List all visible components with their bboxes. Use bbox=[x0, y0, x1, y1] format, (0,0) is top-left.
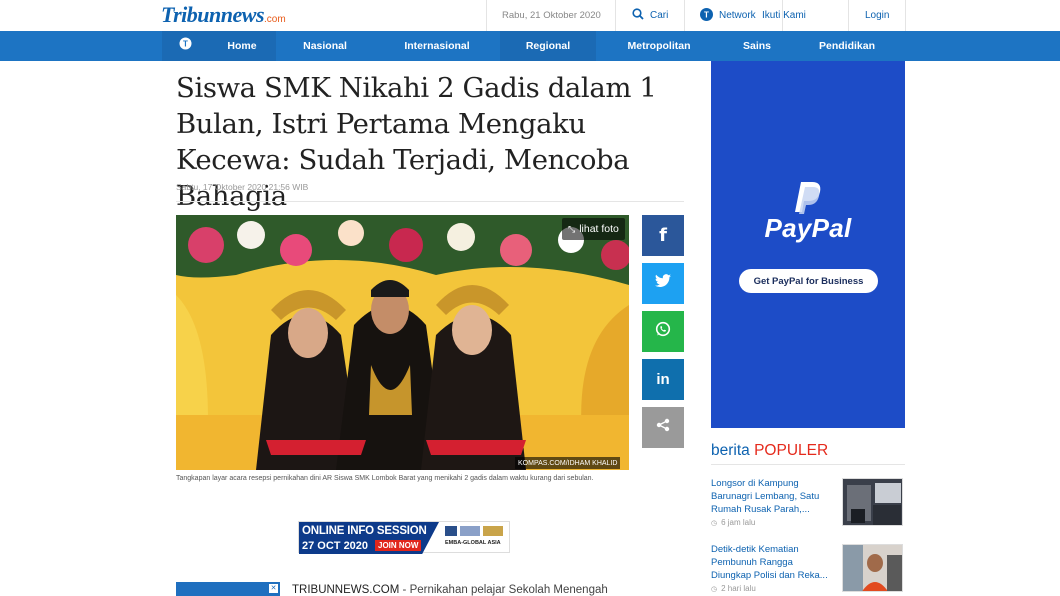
main-nav: T Home Nasional Internasional Regional M… bbox=[0, 31, 1060, 61]
search-label: Cari bbox=[650, 10, 669, 21]
paypal-wordmark: PayPal bbox=[764, 213, 852, 243]
popular-item-title[interactable]: Longsor di Kampung Barunagri Lembang, Sa… bbox=[711, 477, 835, 516]
share-icon bbox=[656, 418, 670, 437]
svg-text:T: T bbox=[183, 40, 188, 49]
photo-caption: Tangkapan layar acara resepsi pernikahan… bbox=[176, 475, 594, 482]
divider bbox=[615, 0, 616, 31]
view-photo-label: lihat foto bbox=[579, 223, 619, 235]
network-icon: T bbox=[700, 7, 713, 24]
popular-prefix: berita bbox=[711, 442, 755, 459]
search-button[interactable]: Cari bbox=[632, 0, 668, 31]
follow-label: Ikuti Kami bbox=[762, 10, 806, 21]
network-button[interactable]: T Network bbox=[700, 0, 756, 31]
popular-heading: berita POPULER bbox=[711, 442, 828, 460]
banner-org: EMBA-GLOBAL ASIA bbox=[445, 540, 501, 546]
article-lead: TRIBUNNEWS.COM - Pernikahan pelajar Seko… bbox=[292, 584, 608, 596]
popular-item-title[interactable]: Detik-detik Kematian Pembunuh Rangga Diu… bbox=[711, 543, 835, 582]
top-bar: Tribun news .com Rabu, 21 Oktober 2020 Car… bbox=[0, 0, 1060, 31]
popular-item-thumbnail[interactable] bbox=[842, 544, 903, 592]
paypal-advert[interactable]: PayPal Get PayPal for Business bbox=[711, 61, 905, 428]
advert-banner-info-session[interactable]: ONLINE INFO SESSION 27 OCT 2020 JOIN NOW… bbox=[298, 521, 510, 554]
banner-date: 27 OCT 2020 bbox=[302, 540, 369, 552]
popular-highlight: POPULER bbox=[754, 442, 829, 459]
paypal-cta-button[interactable]: Get PayPal for Business bbox=[739, 269, 878, 293]
partner-logo bbox=[460, 526, 480, 536]
twitter-icon bbox=[655, 274, 671, 293]
svg-text:T: T bbox=[704, 10, 709, 19]
divider bbox=[486, 0, 487, 31]
logo-dot: .com bbox=[264, 14, 286, 25]
popular-item-time: 6 jam lalu bbox=[721, 518, 756, 527]
current-date: Rabu, 21 Oktober 2020 bbox=[502, 10, 601, 21]
banner-title: ONLINE INFO SESSION bbox=[302, 525, 427, 537]
site-logo[interactable]: Tribun news .com bbox=[161, 2, 286, 28]
divider bbox=[905, 0, 906, 31]
tribun-icon: T bbox=[179, 37, 192, 55]
view-photo-button[interactable]: ⤡ lihat foto bbox=[562, 218, 625, 240]
expand-icon: ⤡ bbox=[568, 223, 576, 234]
popular-item-thumbnail[interactable] bbox=[842, 478, 903, 526]
divider bbox=[684, 0, 685, 31]
follow-button[interactable]: Ikuti Kami bbox=[762, 0, 806, 31]
popular-item-meta: ◷ 6 jam lalu bbox=[711, 518, 755, 527]
share-facebook-button[interactable]: f bbox=[642, 215, 684, 256]
whatsapp-icon bbox=[655, 321, 671, 342]
nav-item-regional[interactable]: Regional bbox=[500, 31, 596, 61]
nav-item-nasional[interactable]: Nasional bbox=[276, 31, 374, 61]
linkedin-icon: in bbox=[656, 371, 670, 388]
popular-item-meta: ◷ 2 hari lalu bbox=[711, 584, 756, 593]
divider bbox=[711, 464, 905, 465]
share-whatsapp-button[interactable] bbox=[642, 311, 684, 352]
logo-brand: Tribun bbox=[161, 2, 221, 27]
clock-icon: ◷ bbox=[711, 585, 718, 593]
article-title: Siswa SMK Nikahi 2 Gadis dalam 1 Bulan, … bbox=[176, 72, 657, 212]
share-more-button[interactable] bbox=[642, 407, 684, 448]
clock-icon: ◷ bbox=[711, 519, 718, 527]
nav-item-internasional[interactable]: Internasional bbox=[374, 31, 500, 61]
share-linkedin-button[interactable]: in bbox=[642, 359, 684, 400]
inline-ad[interactable]: ✕ bbox=[176, 582, 280, 596]
article-lead-text: - Pernikahan pelajar Sekolah Menengah bbox=[399, 584, 608, 596]
article-photo[interactable] bbox=[176, 215, 629, 470]
share-twitter-button[interactable] bbox=[642, 263, 684, 304]
nav-item-sains[interactable]: Sains bbox=[722, 31, 792, 61]
logo-suffix: news bbox=[220, 2, 265, 27]
nav-home-logo[interactable]: T bbox=[162, 31, 208, 61]
photo-credit: KOMPAS.COM/IDHAM KHALID bbox=[515, 457, 621, 469]
banner-join-button[interactable]: JOIN NOW bbox=[375, 540, 422, 551]
login-label: Login bbox=[865, 10, 890, 21]
facebook-icon: f bbox=[659, 225, 667, 246]
divider bbox=[176, 201, 684, 202]
article-date: Sabtu, 17 Oktober 2020 21:56 WIB bbox=[176, 182, 309, 192]
nav-item-metropolitan[interactable]: Metropolitan bbox=[596, 31, 722, 61]
banner-partner-logos bbox=[445, 524, 507, 538]
article-source: TRIBUNNEWS.COM bbox=[292, 584, 400, 596]
divider bbox=[848, 0, 849, 31]
ad-close-icon[interactable]: ✕ bbox=[269, 584, 278, 593]
nav-item-pendidikan[interactable]: Pendidikan bbox=[792, 31, 902, 61]
partner-logo bbox=[445, 526, 457, 536]
partner-logo bbox=[483, 526, 503, 536]
popular-item-time: 2 hari lalu bbox=[721, 584, 756, 593]
nav-item-home[interactable]: Home bbox=[208, 31, 276, 61]
login-button[interactable]: Login bbox=[865, 0, 889, 31]
search-icon bbox=[632, 8, 644, 23]
network-label: Network bbox=[719, 10, 756, 21]
